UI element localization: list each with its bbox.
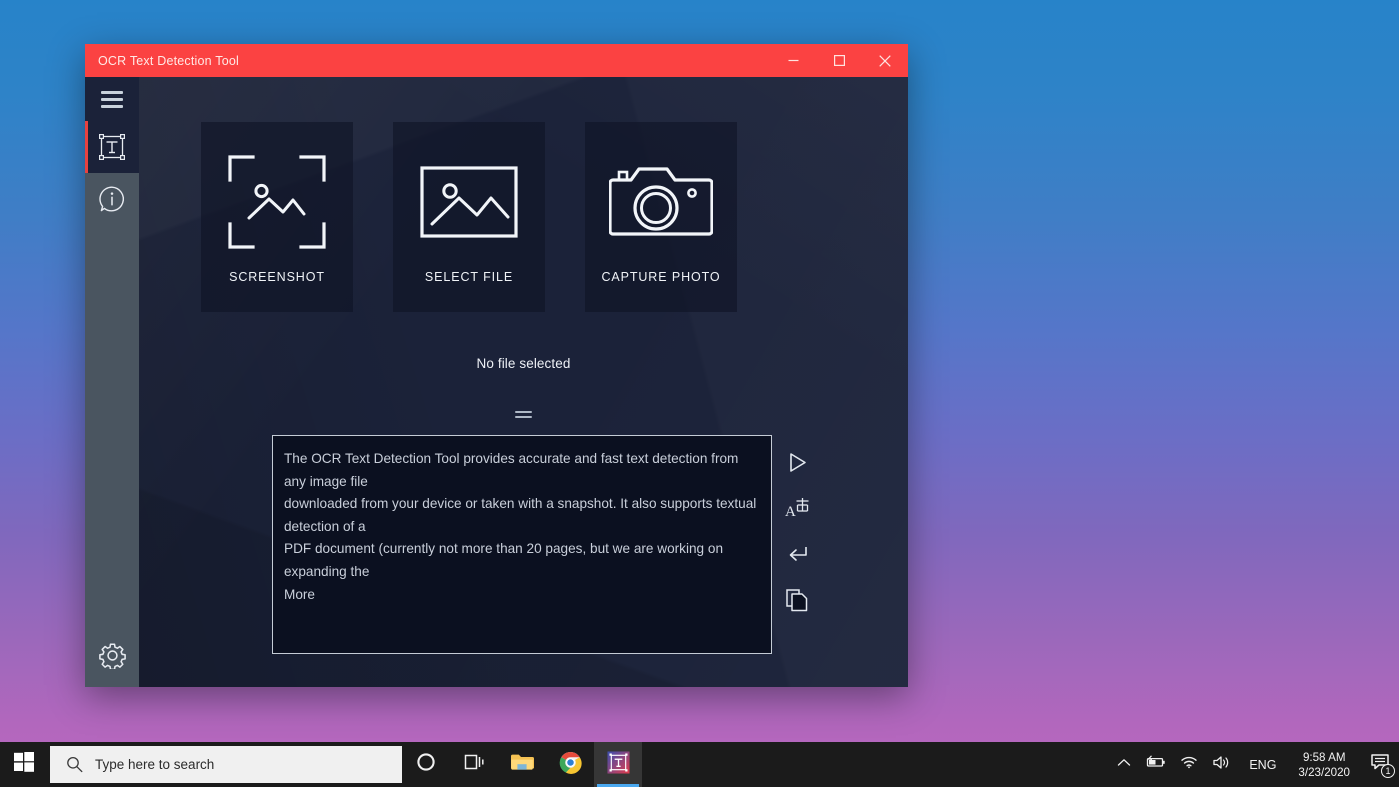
window-body: SCREENSHOT SELECT FILE CAPTURE PHOTO No …	[85, 77, 908, 687]
main-content: SCREENSHOT SELECT FILE CAPTURE PHOTO No …	[139, 77, 908, 687]
image-file-icon	[419, 150, 519, 254]
result-textarea[interactable]: The OCR Text Detection Tool provides acc…	[272, 435, 772, 654]
translate-icon: A	[785, 497, 810, 519]
maximize-button[interactable]	[816, 44, 862, 77]
hamburger-bar	[101, 97, 123, 101]
copy-button[interactable]	[780, 585, 814, 615]
task-view-icon	[463, 753, 485, 776]
result-text-content: The OCR Text Detection Tool provides acc…	[284, 451, 757, 602]
enter-arrow-icon	[786, 544, 808, 564]
start-button[interactable]	[0, 742, 48, 787]
app-window: OCR Text Detection Tool SCREENSHOT SELEC…	[85, 44, 908, 687]
gear-icon	[98, 642, 126, 674]
screenshot-frame-icon	[227, 150, 327, 254]
search-icon	[66, 756, 83, 773]
clock-time: 9:58 AM	[1302, 750, 1346, 764]
speak-button[interactable]	[780, 447, 814, 477]
taskbar: Type here to search ENG 9:58 AM 3/23/202…	[0, 742, 1399, 787]
windows-logo-icon	[14, 752, 34, 777]
battery-icon	[1145, 755, 1166, 774]
select-file-tile-label: SELECT FILE	[424, 270, 514, 284]
chevron-up-icon	[1117, 756, 1131, 774]
resize-handle[interactable]	[515, 411, 532, 418]
taskbar-item-ocr-tool[interactable]	[594, 742, 642, 787]
result-actions: A	[780, 435, 814, 615]
hamburger-bar	[101, 90, 123, 94]
sidebar-item-info[interactable]	[85, 173, 139, 225]
camera-icon	[609, 150, 713, 254]
chrome-icon	[559, 751, 582, 779]
hamburger-bar	[101, 104, 123, 108]
notifications-button[interactable]: 1	[1361, 742, 1399, 787]
sidebar-item-text-detection[interactable]	[85, 121, 139, 173]
folder-icon	[510, 752, 534, 777]
newline-button[interactable]	[780, 539, 814, 569]
handle-bar	[515, 416, 532, 418]
window-controls	[770, 44, 908, 77]
minimize-button[interactable]	[770, 44, 816, 77]
handle-bar	[515, 411, 532, 413]
network-button[interactable]	[1173, 742, 1205, 787]
cortana-circle-icon	[416, 752, 436, 777]
system-tray: ENG 9:58 AM 3/23/2020 1	[1110, 742, 1399, 787]
search-input[interactable]: Type here to search	[50, 746, 402, 783]
close-button[interactable]	[862, 44, 908, 77]
taskbar-item-chrome[interactable]	[546, 742, 594, 787]
capture-photo-tile[interactable]: CAPTURE PHOTO	[585, 122, 737, 312]
action-tiles: SCREENSHOT SELECT FILE CAPTURE PHOTO	[139, 77, 908, 312]
sidebar	[85, 77, 139, 687]
screenshot-tile-label: SCREENSHOT	[229, 270, 325, 284]
search-placeholder: Type here to search	[95, 757, 215, 772]
volume-button[interactable]	[1205, 742, 1238, 787]
taskbar-item-cortana[interactable]	[402, 742, 450, 787]
clock-date: 3/23/2020	[1298, 765, 1350, 779]
notification-badge: 1	[1381, 764, 1395, 778]
window-titlebar[interactable]: OCR Text Detection Tool	[85, 44, 908, 77]
info-bubble-icon	[97, 184, 127, 214]
result-row: The OCR Text Detection Tool provides acc…	[272, 435, 908, 654]
translate-button[interactable]: A	[780, 493, 814, 523]
play-triangle-icon	[788, 452, 807, 473]
text-box-icon	[97, 132, 127, 162]
screenshot-tile[interactable]: SCREENSHOT	[201, 122, 353, 312]
select-file-tile[interactable]: SELECT FILE	[393, 122, 545, 312]
file-status-text: No file selected	[476, 356, 571, 371]
battery-button[interactable]	[1138, 742, 1173, 787]
window-title: OCR Text Detection Tool	[98, 53, 240, 68]
clock[interactable]: 9:58 AM 3/23/2020	[1287, 742, 1361, 787]
desktop: OCR Text Detection Tool SCREENSHOT SELEC…	[0, 0, 1399, 787]
wifi-icon	[1180, 755, 1198, 774]
language-indicator[interactable]: ENG	[1238, 742, 1287, 787]
copy-pages-icon	[786, 588, 808, 612]
svg-text:A: A	[785, 504, 796, 519]
show-hidden-icons-button[interactable]	[1110, 742, 1138, 787]
capture-photo-tile-label: CAPTURE PHOTO	[601, 270, 721, 284]
hamburger-icon[interactable]	[85, 77, 139, 121]
taskbar-item-file-explorer[interactable]	[498, 742, 546, 787]
speaker-icon	[1212, 755, 1231, 775]
taskbar-item-task-view[interactable]	[450, 742, 498, 787]
sidebar-item-settings[interactable]	[85, 631, 139, 685]
ocr-app-icon	[606, 750, 630, 779]
